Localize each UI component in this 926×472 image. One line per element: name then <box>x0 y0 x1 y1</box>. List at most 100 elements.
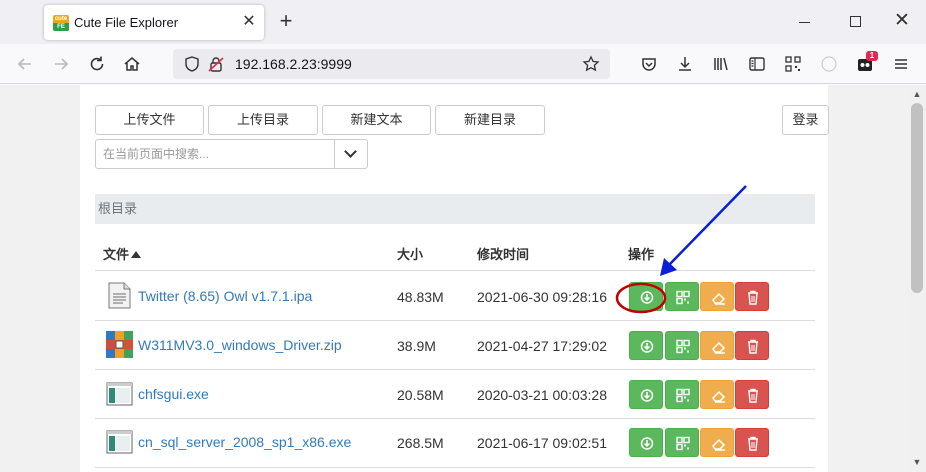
tab-title: Cute File Explorer <box>74 15 179 30</box>
scrollbar-thumb[interactable] <box>911 103 923 293</box>
file-modified-time: 2021-06-17 09:02:51 <box>477 435 607 451</box>
delete-button[interactable] <box>735 331 769 360</box>
shield-icon[interactable] <box>183 55 201 76</box>
download-button[interactable] <box>629 282 663 311</box>
trash-icon <box>736 381 768 408</box>
downloads-icon[interactable] <box>674 53 696 75</box>
row-divider <box>95 418 815 419</box>
file-modified-time: 2021-06-30 09:28:16 <box>477 289 607 305</box>
archive-icon <box>106 331 133 358</box>
file-explorer-panel: 上传文件 上传目录 新建文本 新建目录 登录 根目录 文件 大小 修改时间 操作… <box>80 85 829 472</box>
scroll-up-arrow-icon[interactable]: ▲ <box>912 89 922 99</box>
file-size: 38.9M <box>397 338 436 354</box>
forward-arrow-icon[interactable] <box>50 53 72 75</box>
file-modified-time: 2021-04-27 17:29:02 <box>477 338 607 354</box>
qr-code-icon <box>666 429 698 456</box>
address-bar[interactable]: 192.168.2.23:9999 <box>173 49 610 79</box>
row-divider <box>95 320 815 321</box>
trash-icon <box>736 332 768 359</box>
window-close-button[interactable]: ✕ <box>893 10 911 32</box>
site-favicon-icon: cute FE <box>53 15 69 31</box>
upload-file-button[interactable]: 上传文件 <box>95 105 204 135</box>
bookmark-star-icon[interactable] <box>582 55 600 76</box>
page-viewport: 上传文件 上传目录 新建文本 新建目录 登录 根目录 文件 大小 修改时间 操作… <box>0 85 908 472</box>
qr-code-icon <box>666 381 698 408</box>
tab-close-icon[interactable]: ✕ <box>240 13 258 31</box>
qr-code-button[interactable] <box>665 428 699 457</box>
file-name-link[interactable]: Twitter (8.65) Owl v1.7.1.ipa <box>138 288 312 304</box>
window-maximize-button[interactable] <box>850 16 861 27</box>
column-header-name-label: 文件 <box>103 247 130 262</box>
insecure-lock-icon[interactable] <box>207 55 225 76</box>
qr-code-extension-icon[interactable] <box>782 53 804 75</box>
rename-button[interactable] <box>700 282 734 311</box>
home-icon[interactable] <box>121 53 143 75</box>
eraser-icon <box>701 381 733 408</box>
rename-button[interactable] <box>700 331 734 360</box>
document-icon <box>106 282 133 309</box>
download-button[interactable] <box>629 428 663 457</box>
row-divider <box>95 467 815 468</box>
rename-button[interactable] <box>700 380 734 409</box>
pocket-icon[interactable] <box>638 53 660 75</box>
chevron-down-icon <box>344 145 357 158</box>
file-modified-time: 2020-03-21 00:03:28 <box>477 387 607 403</box>
qr-code-icon <box>666 283 698 310</box>
delete-button[interactable] <box>735 282 769 311</box>
eraser-icon <box>701 283 733 310</box>
column-header-mtime[interactable]: 修改时间 <box>477 244 529 263</box>
trash-icon <box>736 429 768 456</box>
new-text-button[interactable]: 新建文本 <box>322 105 431 135</box>
file-size: 20.58M <box>397 387 444 403</box>
url-text: 192.168.2.23:9999 <box>235 56 352 72</box>
trash-icon <box>736 283 768 310</box>
eraser-icon <box>701 429 733 456</box>
qr-code-button[interactable] <box>665 331 699 360</box>
search-box <box>95 139 368 169</box>
row-divider <box>95 369 815 370</box>
download-icon <box>630 429 662 456</box>
window-minimize-button[interactable] <box>797 12 813 32</box>
file-size: 268.5M <box>397 435 444 451</box>
qr-code-button[interactable] <box>665 282 699 311</box>
favicon-text-top: cute <box>54 16 68 22</box>
new-tab-button[interactable]: + <box>276 10 296 32</box>
favicon-text-bottom: FE <box>53 23 69 31</box>
download-button[interactable] <box>629 380 663 409</box>
eraser-icon <box>701 332 733 359</box>
header-divider <box>95 270 815 271</box>
browser-tab[interactable]: cute FE Cute File Explorer ✕ <box>44 5 264 40</box>
qr-code-icon <box>666 332 698 359</box>
notification-badge: 1 <box>866 51 878 61</box>
reload-icon[interactable] <box>86 53 108 75</box>
new-directory-button[interactable]: 新建目录 <box>435 105 545 135</box>
library-icon[interactable] <box>710 53 732 75</box>
executable-icon <box>106 381 133 408</box>
file-size: 48.83M <box>397 289 444 305</box>
download-button[interactable] <box>629 331 663 360</box>
breadcrumb[interactable]: 根目录 <box>95 194 815 224</box>
column-header-size[interactable]: 大小 <box>397 244 423 263</box>
search-dropdown-button[interactable] <box>334 140 367 168</box>
back-arrow-icon[interactable] <box>14 53 36 75</box>
extension-circle-icon[interactable] <box>818 53 840 75</box>
delete-button[interactable] <box>735 428 769 457</box>
column-header-name[interactable]: 文件 <box>103 244 142 263</box>
file-name-link[interactable]: W311MV3.0_windows_Driver.zip <box>138 337 342 353</box>
hamburger-menu-icon[interactable] <box>890 53 912 75</box>
column-header-actions: 操作 <box>628 247 655 262</box>
page-scrollbar[interactable]: ▲ ▼ <box>908 85 926 472</box>
tab-strip: cute FE Cute File Explorer ✕ + ✕ <box>0 0 926 44</box>
search-input[interactable] <box>96 140 334 168</box>
rename-button[interactable] <box>700 428 734 457</box>
login-button[interactable]: 登录 <box>782 105 829 135</box>
download-icon <box>630 381 662 408</box>
delete-button[interactable] <box>735 380 769 409</box>
upload-directory-button[interactable]: 上传目录 <box>208 105 318 135</box>
scroll-down-arrow-icon[interactable]: ▼ <box>912 457 922 467</box>
sidebar-icon[interactable] <box>746 53 768 75</box>
file-name-link[interactable]: cn_sql_server_2008_sp1_x86.exe <box>138 434 351 450</box>
qr-code-button[interactable] <box>665 380 699 409</box>
file-name-link[interactable]: chfsgui.exe <box>138 386 209 402</box>
download-icon <box>630 332 662 359</box>
